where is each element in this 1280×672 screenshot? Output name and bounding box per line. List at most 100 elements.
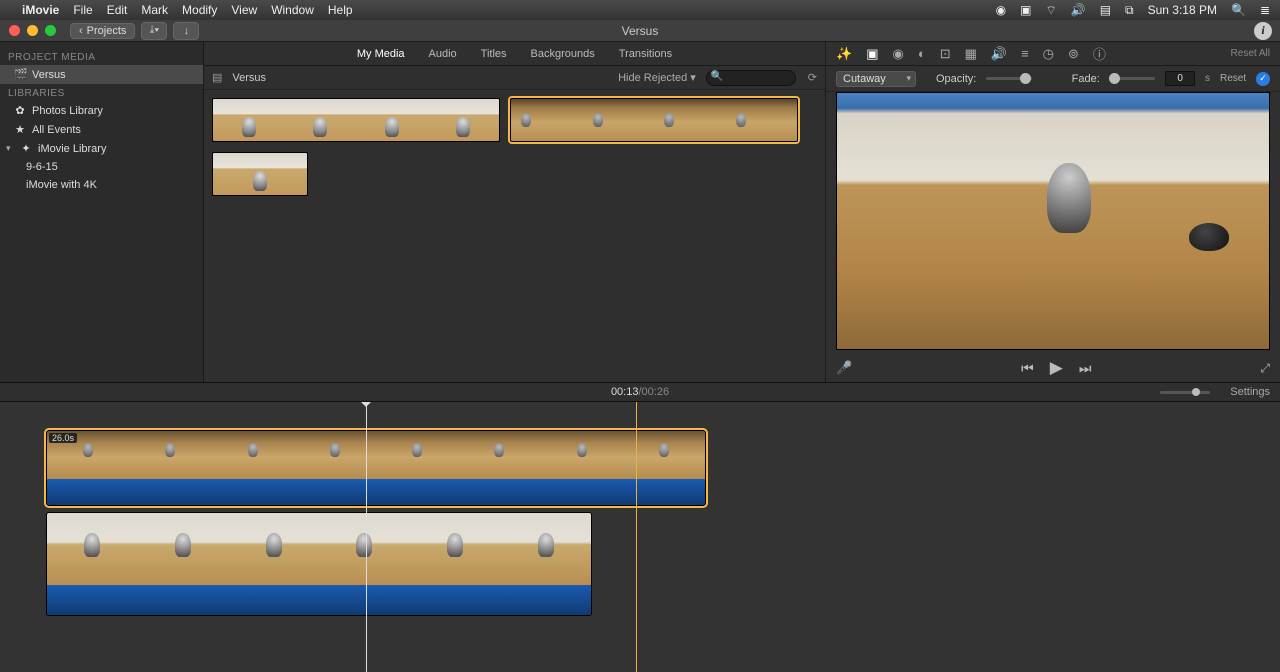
current-time: 00:13 [611,386,639,398]
filter-dropdown[interactable]: Hide Rejected ▾ [618,71,696,84]
stabilization-icon[interactable]: ▦ [965,46,977,62]
star-icon: ★ [14,123,26,136]
back-label: Projects [87,25,127,37]
clip-info-icon[interactable]: ⓘ [1093,44,1106,63]
app-menu[interactable]: iMovie [22,3,59,17]
media-clip-3[interactable] [212,152,308,196]
status-bluetooth-icon[interactable]: ⌔ [1045,3,1056,18]
status-record-icon[interactable]: ◉ [996,3,1006,17]
color-correction-icon[interactable]: ◐ [918,46,926,61]
menu-edit[interactable]: Edit [107,3,128,17]
sidebar-item-label: Versus [32,69,66,81]
volume-icon[interactable]: 🔊 [991,46,1007,62]
menu-file[interactable]: File [73,3,92,17]
tab-backgrounds[interactable]: Backgrounds [531,48,595,60]
sidebar-project-versus[interactable]: 🎬 Versus [0,65,203,84]
menu-mark[interactable]: Mark [141,3,168,17]
status-airplay-icon[interactable]: ▣ [1020,3,1031,17]
fullscreen-button[interactable]: ⤢ [1260,361,1270,376]
fade-value[interactable]: 0 [1165,71,1195,86]
reset-button[interactable]: Reset [1220,73,1246,84]
fade-slider[interactable] [1110,77,1156,80]
menu-window[interactable]: Window [271,3,314,17]
status-wifi-icon[interactable]: ⧉ [1125,3,1134,18]
play-button[interactable]: ▶ [1050,358,1063,378]
media-browser: My Media Audio Titles Backgrounds Transi… [204,42,826,382]
timeline-clip-connected[interactable] [46,512,592,616]
status-clock[interactable]: Sun 3:18 PM [1148,3,1217,17]
fade-label: Fade: [1072,73,1100,85]
reset-all-button[interactable]: Reset All [1231,48,1270,59]
skimmer[interactable] [366,402,367,672]
fade-unit: s [1205,73,1210,84]
prev-frame-button[interactable]: ⏮ [1021,360,1034,377]
next-frame-button[interactable]: ⏭ [1079,360,1092,377]
info-button[interactable]: i [1254,22,1272,40]
opacity-slider[interactable] [986,77,1032,80]
playhead[interactable] [636,402,637,672]
overlay-type-dropdown[interactable]: Cutaway [836,71,916,87]
sidebar-imovie-library[interactable]: ▾ ✦ iMovie Library [0,139,203,158]
preview-viewer[interactable] [836,92,1270,350]
search-input[interactable] [706,70,796,86]
media-clip-2[interactable]: 26.0s [510,98,798,142]
project-media-header: PROJECT MEDIA [0,48,203,65]
tab-audio[interactable]: Audio [429,48,457,60]
status-volume-icon[interactable]: 🔊 [1071,3,1086,17]
browser-tabs: My Media Audio Titles Backgrounds Transi… [204,42,825,66]
status-flag-icon[interactable]: ▤ [1100,3,1111,17]
share-button[interactable]: ↓ [173,22,199,40]
timeline-clip-audio-track[interactable] [47,585,591,615]
timeline-clip-audio-track[interactable] [47,479,705,505]
tab-transitions[interactable]: Transitions [619,48,672,60]
traffic-lights [0,25,56,36]
window-title: Versus [622,24,659,38]
sidebar-item-label: All Events [32,124,81,136]
timeline-clip-primary[interactable]: 26.0s [46,430,706,506]
crop-icon[interactable]: ⊡ [940,46,951,62]
list-view-icon[interactable]: ▤ [212,71,222,84]
clip-filter-icon[interactable]: ⊚ [1068,46,1079,62]
voiceover-button[interactable]: 🎤 [836,360,852,376]
sidebar-item-label: iMovie with 4K [26,179,97,191]
sidebar-item-label: Photos Library [32,105,103,117]
minimize-window-button[interactable] [27,25,38,36]
speed-icon[interactable]: ◷ [1043,46,1054,62]
timeline-zoom-slider[interactable] [1160,391,1210,394]
status-notifications-icon[interactable]: ≣ [1260,3,1270,17]
zoom-window-button[interactable] [45,25,56,36]
library-star-icon: ✦ [20,142,32,155]
timeline-settings-button[interactable]: Settings [1230,386,1270,398]
sidebar-event-9-6-15[interactable]: 9-6-15 [0,158,203,176]
apply-check-icon[interactable]: ✓ [1256,72,1270,86]
sidebar-event-imovie-4k[interactable]: iMovie with 4K [0,176,203,194]
inspector-toolbar: ✨ ▣ ◉ ◐ ⊡ ▦ 🔊 ≡ ◷ ⊚ ⓘ Reset All [826,42,1280,66]
color-balance-icon[interactable]: ◉ [892,46,903,62]
timeline[interactable]: 26.0s [0,402,1280,672]
sidebar-item-label: 9-6-15 [26,161,58,173]
sidebar-photos-library[interactable]: ✿ Photos Library [0,101,203,120]
tab-my-media[interactable]: My Media [357,48,405,60]
noise-reduction-icon[interactable]: ≡ [1021,46,1029,61]
timeline-clip-duration-badge: 26.0s [49,433,77,443]
viewer-figure [1047,163,1091,233]
back-to-projects-button[interactable]: ‹ Projects [70,23,135,39]
close-window-button[interactable] [9,25,20,36]
menu-help[interactable]: Help [328,3,353,17]
import-icon[interactable]: ⟳ [808,71,817,84]
disclosure-triangle-icon[interactable]: ▾ [6,143,14,154]
import-media-button[interactable]: ⤓▾ [141,22,167,40]
overlay-settings-icon[interactable]: ▣ [866,46,878,62]
sidebar-all-events[interactable]: ★ All Events [0,120,203,139]
overlay-inspector-row: Cutaway Opacity: Fade: 0 s Reset ✓ [826,66,1280,92]
status-spotlight-icon[interactable]: 🔍 [1231,3,1246,17]
media-clip-1[interactable] [212,98,500,142]
media-clips-area: 26.0s [204,90,825,382]
opacity-label: Opacity: [936,73,976,85]
menu-modify[interactable]: Modify [182,3,217,17]
tab-titles[interactable]: Titles [481,48,507,60]
enhance-icon[interactable]: ✨ [836,46,852,62]
total-time: 00:26 [642,386,670,398]
menu-view[interactable]: View [231,3,257,17]
transport-controls: 🎤 ⏮ ▶ ⏭ ⤢ [826,354,1280,382]
